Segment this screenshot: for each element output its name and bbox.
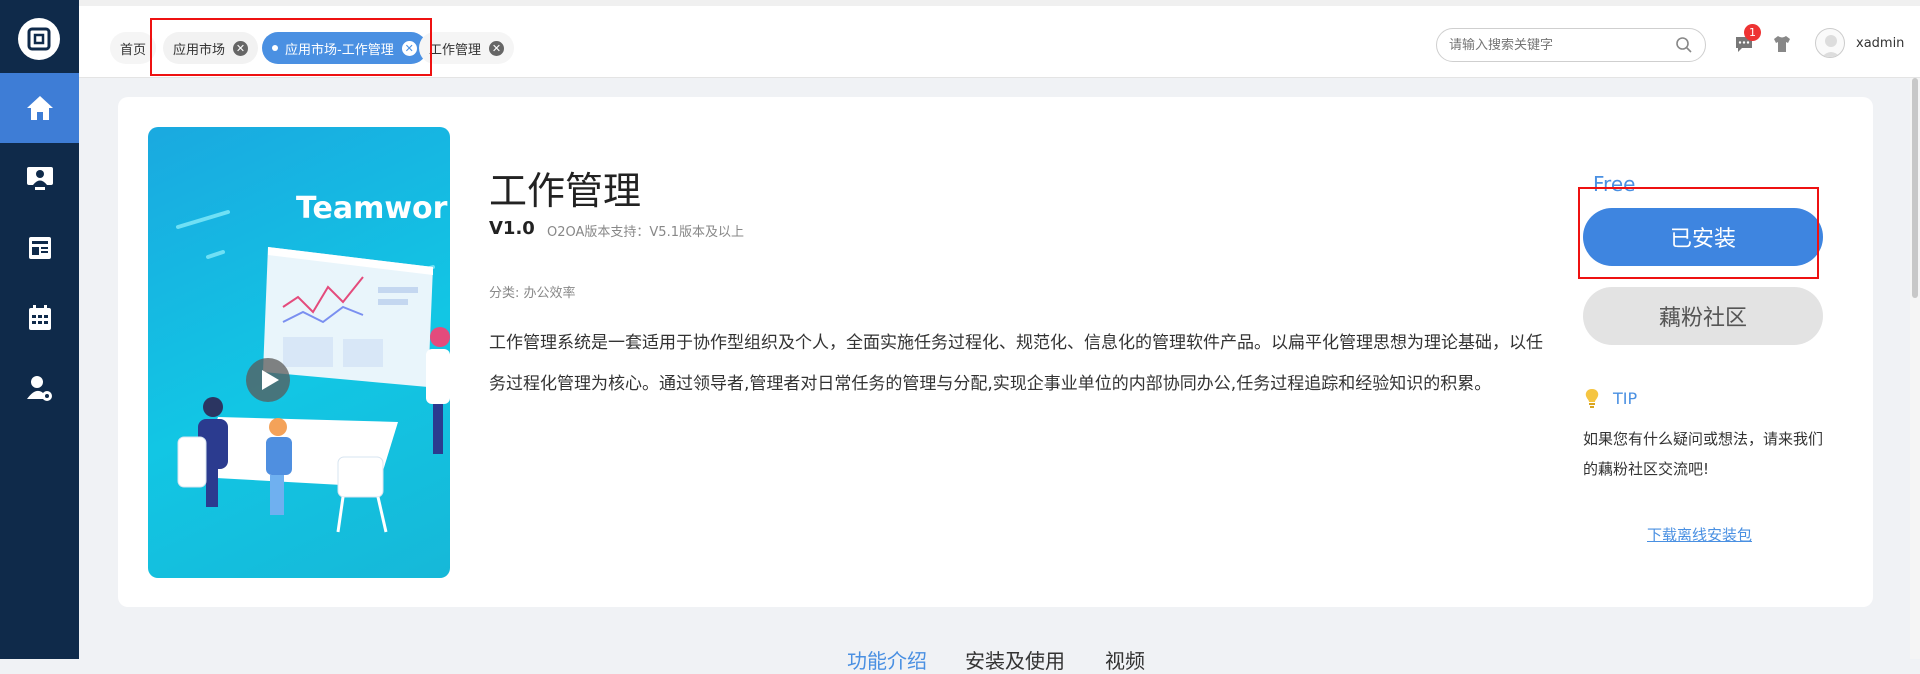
app-cover-image: Teamwork [148,127,450,578]
skin-button[interactable] [1772,35,1792,57]
calendar-icon [28,305,51,330]
sidebar-item-contacts[interactable] [0,143,79,213]
page-scrollbar[interactable] [1910,78,1920,659]
search-input[interactable] [1449,37,1669,53]
sidebar-item-docs[interactable] [0,213,79,283]
user-settings-icon [26,376,52,401]
community-button[interactable]: 藕粉社区 [1583,287,1823,345]
app-title: 工作管理 [489,169,642,213]
search-icon[interactable] [1675,36,1693,54]
person-screen-icon [26,167,53,190]
tab-label: 工作管理 [429,42,482,58]
tip-text: 如果您有什么疑问或想法，请来我们的藕粉社区交流吧! [1583,430,1824,478]
username[interactable]: xadmin [1856,36,1904,51]
message-button[interactable]: 1 [1734,24,1761,58]
news-icon [28,237,51,259]
version-support: O2OA版本支持：V5.1版本及以上 [547,225,744,240]
home-icon [26,96,53,120]
shirt-icon [1774,36,1790,52]
app-version: V1.0 [489,218,535,239]
avatar[interactable] [1815,28,1845,58]
highlight-box-tabs [150,18,432,76]
sidebar [0,0,79,659]
app-category: 分类: 办公效率 [489,286,576,301]
tab-label: 首页 [120,42,147,58]
sidebar-item-calendar[interactable] [0,283,79,353]
search-box[interactable] [1436,28,1706,62]
download-offline-package-link[interactable]: 下载离线安装包 [1647,524,1752,545]
sidebar-item-home[interactable] [0,73,79,143]
tab-video[interactable]: 视频 [1105,645,1145,674]
tab-install-usage[interactable]: 安装及使用 [965,645,1065,674]
close-icon[interactable]: ✕ [489,40,505,56]
tip-header: TIP [1583,388,1637,408]
app-logo[interactable] [18,18,60,60]
notification-badge: 1 [1744,24,1761,41]
lightbulb-icon [1585,389,1599,408]
tab-features[interactable]: 功能介绍 [847,645,927,674]
tab-work-management[interactable]: 工作管理 ✕ [419,32,515,64]
scrollbar-thumb[interactable] [1912,78,1918,298]
app-description: 工作管理系统是一套适用于协作型组织及个人，全面实施任务过程化、规范化、信息化的管… [489,333,1543,394]
highlight-box-installed [1578,187,1819,279]
user-avatar-icon [1821,35,1841,57]
teamwork-illustration [176,210,450,533]
sidebar-item-user-settings[interactable] [0,353,79,423]
tip-title: TIP [1613,388,1638,408]
logo-icon [27,27,51,51]
